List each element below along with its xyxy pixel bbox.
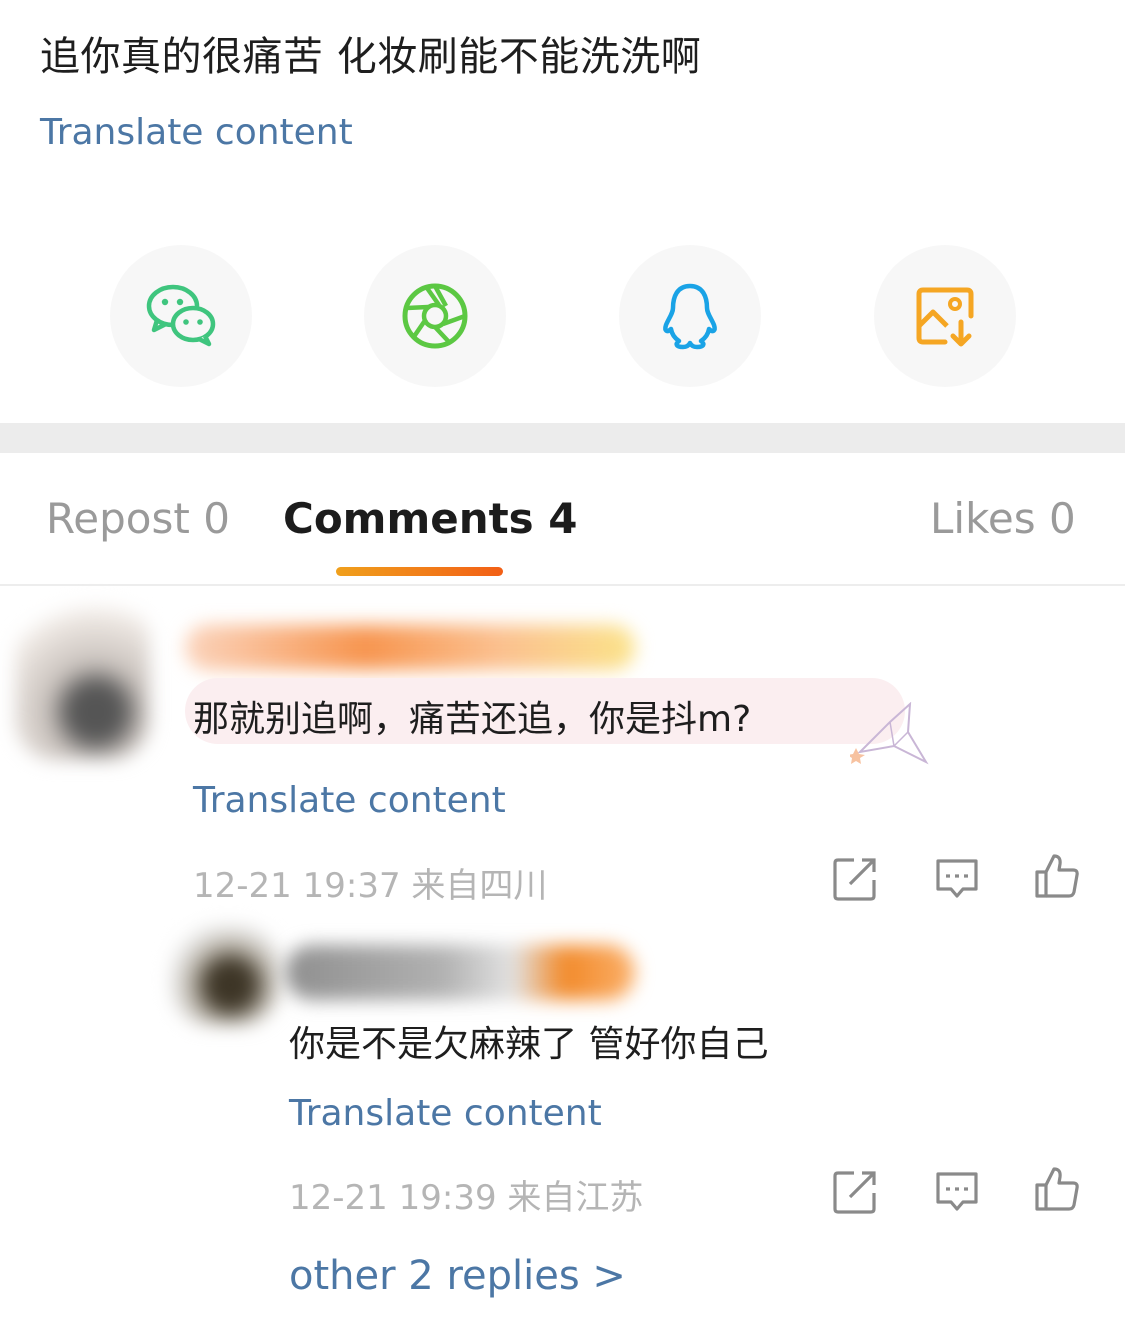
- comment-meta: 12-21 19:37 来自四川: [193, 858, 547, 907]
- username[interactable]: [285, 945, 635, 1000]
- repost-comment-button[interactable]: [832, 856, 878, 902]
- comment-time: 12-21 19:37: [193, 866, 401, 906]
- share-moments-button[interactable]: [364, 245, 506, 387]
- share-qq-button[interactable]: [619, 245, 761, 387]
- post-text: 追你真的很痛苦 化妆刷能不能洗洗啊: [40, 34, 702, 80]
- comment-icon: [936, 1172, 978, 1211]
- tabs-divider: [0, 584, 1125, 586]
- translate-comment-link[interactable]: Translate content: [193, 780, 506, 821]
- section-divider: [0, 423, 1125, 453]
- tab-repost[interactable]: Repost 0: [46, 494, 230, 543]
- reply-location: 来自江苏: [507, 1178, 644, 1218]
- moments-icon: [402, 283, 468, 349]
- wechat-icon: [146, 284, 216, 347]
- comment-text: 那就别追啊，痛苦还追，你是抖m?: [193, 699, 752, 740]
- qq-icon: [663, 283, 717, 350]
- reply-text: 你是不是欠麻辣了 管好你自己: [289, 1024, 769, 1065]
- share-edit-icon: [833, 858, 876, 901]
- avatar[interactable]: [15, 600, 150, 760]
- paper-crane-sticker: [810, 701, 930, 772]
- reply-time: 12-21 19:39: [289, 1178, 497, 1218]
- comment-location: 来自四川: [411, 866, 548, 906]
- comment-icon: [936, 859, 978, 898]
- share-wechat-button[interactable]: [110, 245, 252, 387]
- active-tab-indicator: [336, 567, 503, 576]
- thumbs-up-icon: [1035, 1167, 1079, 1211]
- save-image-icon: [916, 287, 974, 347]
- avatar[interactable]: [170, 925, 280, 1025]
- like-comment-button[interactable]: [1034, 852, 1080, 898]
- tab-likes[interactable]: Likes 0: [930, 494, 1076, 543]
- like-reply-button[interactable]: [1034, 1165, 1080, 1211]
- translate-reply-link[interactable]: Translate content: [289, 1093, 602, 1134]
- reply-meta: 12-21 19:39 来自江苏: [289, 1170, 643, 1219]
- save-image-button[interactable]: [874, 245, 1016, 387]
- username[interactable]: [185, 625, 635, 670]
- repost-reply-button[interactable]: [832, 1169, 878, 1215]
- tab-comments[interactable]: Comments 4: [283, 494, 578, 543]
- reply-comment-button[interactable]: [934, 856, 980, 902]
- thumbs-up-icon: [1035, 854, 1079, 898]
- translate-post-link[interactable]: Translate content: [40, 112, 353, 153]
- other-replies-link[interactable]: other 2 replies >: [289, 1253, 626, 1299]
- share-edit-icon: [833, 1171, 876, 1214]
- reply-reply-button[interactable]: [934, 1169, 980, 1215]
